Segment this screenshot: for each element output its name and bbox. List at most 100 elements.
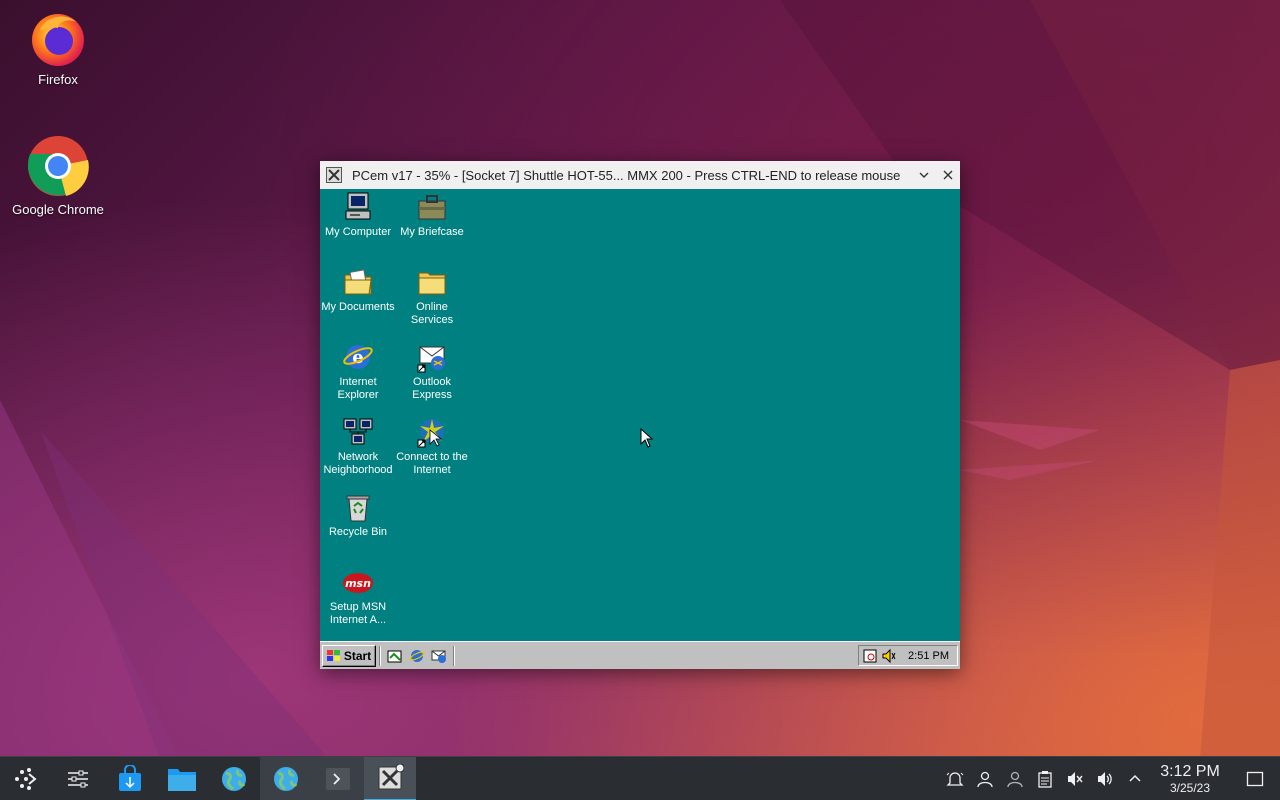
icon-label: Internet Explorer (337, 376, 379, 401)
win98-desktop: My Computer My Documents e Internet Expl… (320, 189, 960, 669)
terminal-icon (326, 767, 350, 790)
window-titlebar[interactable]: PCem v17 - 35% - [Socket 7] Shuttle HOT-… (320, 161, 960, 189)
clock-time: 3:12 PM (1160, 763, 1220, 780)
pcem-app-icon (320, 161, 348, 189)
icon-label: Outlook Express (412, 376, 452, 401)
internet-explorer-icon: e (343, 345, 373, 369)
connect-internet-icon (417, 419, 444, 448)
outlook-express-icon (417, 346, 445, 373)
icon-label: My Briefcase (400, 226, 464, 238)
show-desktop-icon (1246, 771, 1264, 787)
my-documents-icon (344, 269, 372, 295)
volume-icon (1098, 772, 1112, 786)
launcher-icon (15, 767, 37, 790)
msn-icon: msn (343, 573, 373, 593)
globe-icon (222, 766, 246, 791)
scheduler-icon[interactable] (863, 648, 879, 664)
minimize-button[interactable] (912, 161, 936, 189)
win98-icon-setup-msn[interactable]: msn Setup MSN Internet A... (320, 566, 396, 627)
network-icon (343, 418, 373, 445)
win98-system-tray: 2:51 PM (858, 645, 958, 666)
chrome-icon (27, 136, 89, 196)
msn-badge-text: msn (345, 577, 371, 590)
quicklaunch-internet-explorer[interactable] (408, 647, 426, 665)
pcem-window: PCem v17 - 35% - [Socket 7] Shuttle HOT-… (320, 161, 960, 669)
user-icon (977, 771, 993, 788)
firefox-icon (32, 14, 84, 66)
tray-user[interactable] (970, 757, 1000, 800)
briefcase-icon (418, 195, 446, 220)
start-button[interactable]: Start (322, 644, 376, 667)
icon-label: My Documents (321, 301, 395, 313)
pcem-app-icon (378, 763, 404, 789)
volume-icon[interactable] (881, 648, 897, 664)
quicklaunch-separator (379, 645, 381, 666)
internet-explorer-icon (409, 649, 425, 662)
win98-icon-recycle-bin[interactable]: Recycle Bin (320, 491, 396, 539)
outlook-express-icon (431, 650, 446, 663)
task-browser-1[interactable] (208, 757, 260, 800)
store-bag-icon (119, 764, 141, 791)
task-terminal[interactable] (312, 756, 364, 800)
kde-panel: 3:12 PM 3/25/23 (0, 756, 1280, 800)
show-desktop-button[interactable] (1230, 757, 1280, 800)
tray-mic-muted[interactable] (1060, 757, 1090, 800)
speaker-muted-icon (1068, 772, 1083, 786)
task-discover[interactable] (104, 757, 156, 800)
tray-kde-connect[interactable] (1000, 757, 1030, 800)
tray-expand[interactable] (1120, 757, 1150, 800)
settings-sliders-icon (68, 770, 88, 787)
win98-icon-my-briefcase[interactable]: My Briefcase (394, 191, 470, 239)
task-browser-2[interactable] (260, 756, 312, 800)
close-button[interactable] (936, 161, 960, 189)
win98-icon-my-computer[interactable]: My Computer (320, 191, 396, 239)
my-computer-icon (345, 192, 371, 220)
chevron-down-icon (919, 172, 929, 178)
icon-label: Setup MSN Internet A... (329, 601, 387, 626)
tray-volume[interactable] (1090, 757, 1120, 800)
win98-icon-network[interactable]: Network Neighborhood (320, 416, 396, 477)
win98-clock[interactable]: 2:51 PM (908, 650, 949, 662)
windows-flag-icon (326, 649, 340, 661)
mouse-cursor-icon (640, 428, 654, 448)
quicklaunch-outlook-express[interactable] (430, 647, 448, 665)
digital-clock[interactable]: 3:12 PM 3/25/23 (1150, 763, 1230, 795)
win98-icon-internet-explorer[interactable]: e Internet Explorer (320, 341, 396, 402)
icon-label: Recycle Bin (328, 526, 388, 538)
desktop-icon-firefox[interactable]: Firefox (3, 8, 113, 87)
win98-icon-online-services[interactable]: Online Services (394, 266, 470, 327)
tray-notifications[interactable] (940, 757, 970, 800)
close-icon (943, 170, 953, 180)
clock-date: 3/25/23 (1169, 781, 1211, 795)
win98-taskbar: Start 2:51 PM (320, 641, 960, 669)
desktop-icon-chrome[interactable]: Google Chrome (3, 134, 113, 217)
globe-icon (274, 766, 298, 791)
tray-clipboard[interactable] (1030, 757, 1060, 800)
folder-icon (168, 768, 196, 791)
quicklaunch-show-desktop[interactable] (386, 647, 404, 665)
desktop-icon-label: Firefox (38, 72, 78, 87)
task-system-settings[interactable] (52, 757, 104, 800)
show-desktop-icon (387, 650, 402, 662)
win98-icon-my-documents[interactable]: My Documents (320, 266, 396, 314)
window-title: PCem v17 - 35% - [Socket 7] Shuttle HOT-… (352, 167, 901, 183)
icon-label: Network Neighborhood (323, 451, 393, 476)
win98-icon-outlook-express[interactable]: Outlook Express (394, 341, 470, 402)
quicklaunch-separator (453, 645, 455, 666)
folder-icon (418, 272, 446, 295)
icon-label: Connect to the Internet (396, 451, 468, 476)
win98-icon-connect-internet[interactable]: Connect to the Internet (394, 416, 470, 477)
task-pcem[interactable] (364, 756, 416, 800)
icon-label: My Computer (324, 226, 392, 238)
recycle-bin-icon (346, 495, 370, 522)
chevron-up-icon (1129, 774, 1141, 782)
icon-label: Online Services (410, 301, 454, 326)
task-file-manager[interactable] (156, 757, 208, 800)
user-network-icon (1007, 771, 1023, 788)
application-launcher[interactable] (0, 757, 52, 800)
bell-icon (946, 772, 964, 786)
clipboard-icon (1038, 771, 1052, 788)
start-label: Start (343, 648, 372, 663)
system-tray: 3:12 PM 3/25/23 (940, 757, 1280, 800)
desktop-icon-label: Google Chrome (12, 202, 104, 217)
